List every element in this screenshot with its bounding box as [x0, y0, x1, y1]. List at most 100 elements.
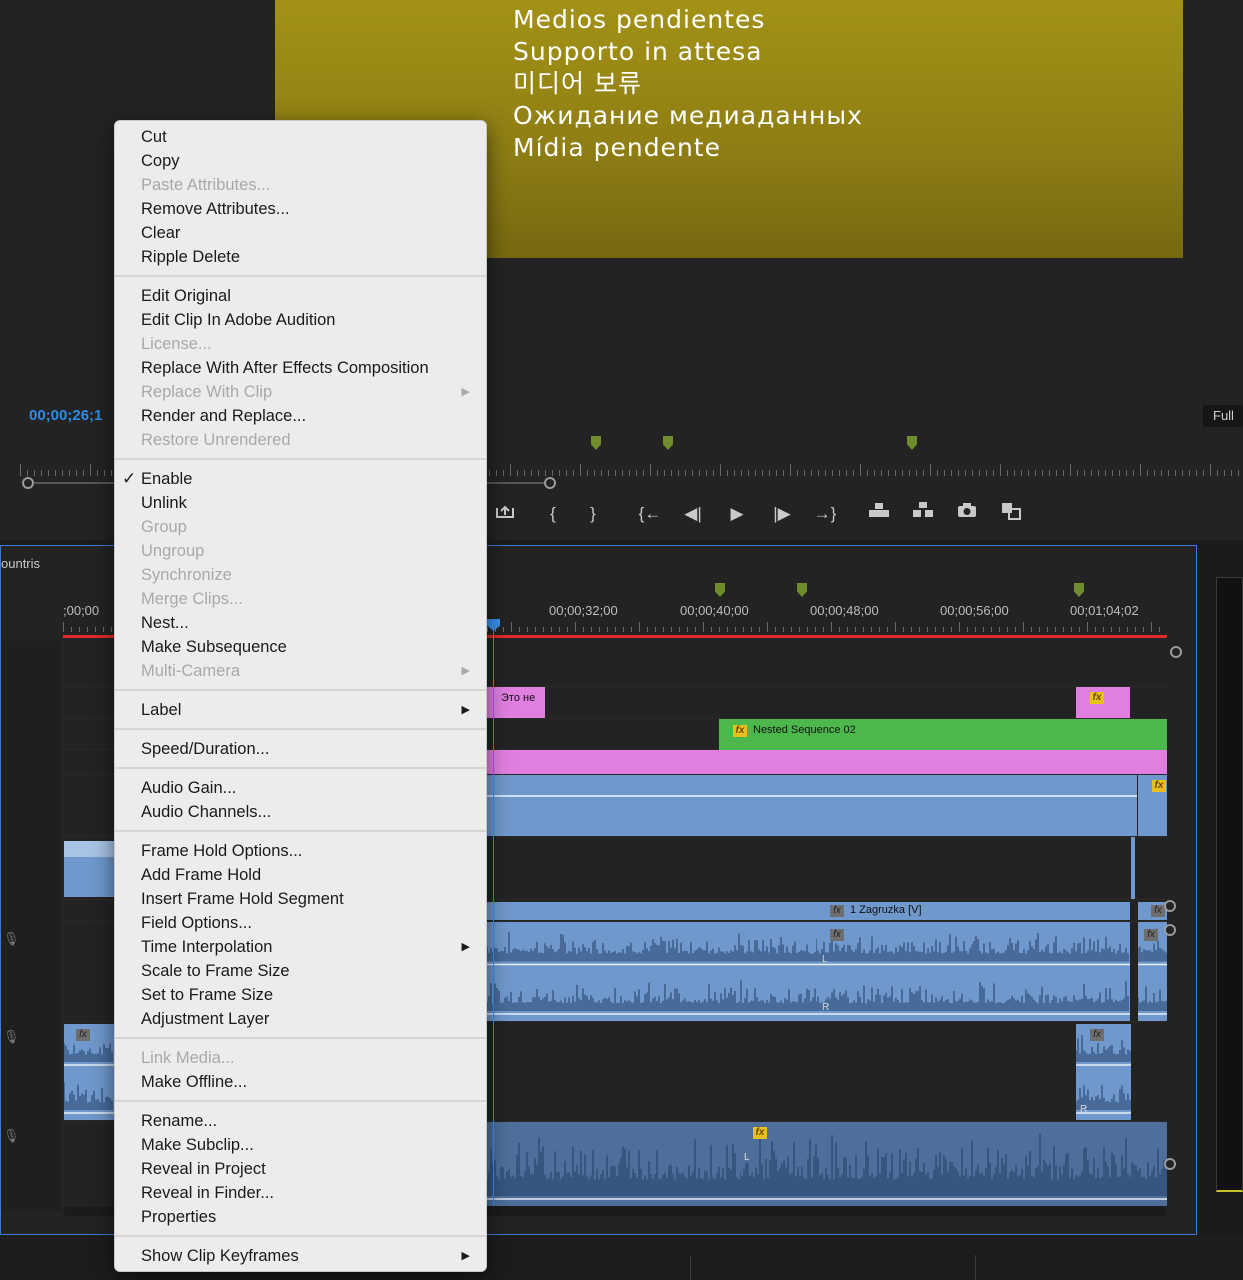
lift-icon[interactable] — [864, 500, 894, 528]
channel-label: R — [822, 1002, 830, 1013]
marker[interactable] — [591, 436, 601, 450]
menu-item-ripple-delete[interactable]: Ripple Delete — [115, 245, 486, 269]
menu-item-edit-clip-in-adobe-audition[interactable]: Edit Clip In Adobe Audition — [115, 308, 486, 332]
scroll-handle[interactable] — [1164, 924, 1176, 936]
clip-label: 1 Zagruzka [V] — [850, 904, 922, 916]
clip-tb[interactable]: fx TB — [64, 841, 114, 897]
clip-label: Nested Sequence 02 — [753, 724, 856, 736]
menu-item-ungroup: Ungroup — [115, 539, 486, 563]
menu-item-scale-to-frame-size[interactable]: Scale to Frame Size — [115, 959, 486, 983]
menu-item-audio-channels[interactable]: Audio Channels... — [115, 800, 486, 824]
ruler-label: 00;01;04;02 — [1070, 603, 1139, 618]
sequence-tab[interactable]: ountris — [1, 556, 40, 571]
menu-item-show-clip-keyframes[interactable]: Show Clip Keyframes ▶ — [115, 1244, 486, 1268]
camera-icon[interactable] — [952, 500, 982, 528]
menu-item-label: Adjustment Layer — [141, 1010, 270, 1028]
export-frame-icon[interactable] — [490, 500, 520, 528]
scroll-handle-top[interactable] — [1170, 646, 1182, 658]
audio-clip-a3-pre[interactable] — [487, 1122, 740, 1206]
menu-item-cut[interactable]: Cut — [115, 125, 486, 149]
menu-item-label: Ungroup — [141, 542, 205, 560]
scroll-handle[interactable] — [1164, 900, 1176, 912]
menu-item-time-interpolation[interactable]: Time Interpolation ▶ — [115, 935, 486, 959]
menu-item-remove-attributes[interactable]: Remove Attributes... — [115, 197, 486, 221]
scroll-handle-right[interactable] — [544, 477, 556, 489]
clip-label: TB — [96, 843, 111, 855]
step-back-icon[interactable]: ◀| — [678, 500, 708, 528]
marker[interactable] — [663, 436, 673, 450]
playhead-timecode[interactable]: 00;00;26;1 — [29, 407, 102, 424]
menu-item-insert-frame-hold-segment[interactable]: Insert Frame Hold Segment — [115, 887, 486, 911]
clip-video-blue[interactable] — [487, 775, 1137, 836]
go-to-in-icon[interactable]: {← — [635, 500, 665, 528]
clip-video-pre[interactable] — [487, 902, 816, 920]
clip-nested-sequence[interactable]: fx Nested Sequence 02 — [719, 719, 1167, 750]
marker[interactable] — [907, 436, 917, 450]
clip-pink-fx[interactable]: fx — [1076, 687, 1130, 718]
audio-waveform-zagruzka[interactable]: fx L R — [816, 922, 1130, 1021]
vertical-scrollbar[interactable] — [1164, 641, 1183, 1201]
menu-item-label[interactable]: Label ▶ — [115, 698, 486, 722]
scroll-handle-bottom[interactable] — [1164, 1158, 1176, 1170]
menu-item-make-subsequence[interactable]: Make Subsequence — [115, 635, 486, 659]
menu-item-label: Show Clip Keyframes — [141, 1247, 299, 1265]
menu-item-audio-gain[interactable]: Audio Gain... — [115, 776, 486, 800]
menu-item-nest[interactable]: Nest... — [115, 611, 486, 635]
menu-item-make-offline[interactable]: Make Offline... — [115, 1070, 486, 1094]
menu-item-reveal-in-finder[interactable]: Reveal in Finder... — [115, 1181, 486, 1205]
menu-item-set-to-frame-size[interactable]: Set to Frame Size — [115, 983, 486, 1007]
audio-waveform-end[interactable]: fx — [1138, 922, 1167, 1021]
menu-separator — [115, 452, 486, 467]
extract-icon[interactable] — [908, 500, 938, 528]
clip-pink[interactable]: Это не — [487, 687, 545, 718]
menu-item-edit-original[interactable]: Edit Original — [115, 284, 486, 308]
menu-item-replace-with-after-effects-composition[interactable]: Replace With After Effects Composition — [115, 356, 486, 380]
menu-item-label: Label — [141, 701, 182, 719]
waveform — [816, 932, 1130, 1015]
clip-zagruzka-video[interactable]: fx 1 Zagruzka [V] — [816, 902, 1130, 920]
mic-icon[interactable]: 🎙 — [3, 1029, 20, 1045]
audio-clip-a3[interactable]: fx L — [740, 1122, 1167, 1206]
playhead-line[interactable] — [493, 626, 494, 1206]
step-forward-icon[interactable]: |▶ — [767, 500, 797, 528]
menu-item-enable[interactable]: ✓ Enable — [115, 467, 486, 491]
clip-video-end[interactable]: fx — [1138, 775, 1167, 836]
menu-item-label: Set to Frame Size — [141, 986, 274, 1004]
audio-clip-right[interactable]: fx R — [1076, 1024, 1131, 1120]
mark-out-icon[interactable]: } — [578, 500, 608, 528]
menu-item-render-and-replace[interactable]: Render and Replace... — [115, 404, 486, 428]
menu-item-speed-duration[interactable]: Speed/Duration... — [115, 737, 486, 761]
resolution-select[interactable]: Full — [1203, 405, 1243, 427]
menu-item-label: Reveal in Project — [141, 1160, 266, 1178]
clip-end-video[interactable]: fx — [1138, 902, 1167, 920]
fx-badge-icon: fx — [1090, 692, 1104, 704]
mic-icon[interactable]: 🎙 — [3, 931, 20, 947]
scroll-handle-left[interactable] — [22, 477, 34, 489]
menu-item-label: Restore Unrendered — [141, 431, 291, 449]
menu-item-frame-hold-options[interactable]: Frame Hold Options... — [115, 839, 486, 863]
menu-item-properties[interactable]: Properties — [115, 1205, 486, 1229]
menu-item-clear[interactable]: Clear — [115, 221, 486, 245]
audio-clip-left[interactable]: fx — [64, 1024, 114, 1120]
menu-item-make-subclip[interactable]: Make Subclip... — [115, 1133, 486, 1157]
mark-in-icon[interactable]: { — [538, 500, 568, 528]
menu-item-adjustment-layer[interactable]: Adjustment Layer — [115, 1007, 486, 1031]
go-to-out-icon[interactable]: →} — [810, 500, 840, 528]
mic-icon[interactable]: 🎙 — [3, 1128, 20, 1144]
menu-item-copy[interactable]: Copy — [115, 149, 486, 173]
premiere-window: Medios pendientes Supporto in attesa 미디어… — [0, 0, 1243, 1280]
menu-item-unlink[interactable]: Unlink — [115, 491, 486, 515]
clip-pink-long[interactable] — [487, 750, 1167, 774]
compare-view-icon[interactable] — [996, 500, 1026, 528]
menu-item-field-options[interactable]: Field Options... — [115, 911, 486, 935]
menu-item-reveal-in-project[interactable]: Reveal in Project — [115, 1157, 486, 1181]
clip-sliver[interactable] — [1131, 837, 1135, 899]
audio-waveform-a1-pre[interactable] — [487, 922, 816, 1021]
menu-item-label: Ripple Delete — [141, 248, 241, 266]
pending-line-ko: 미디어 보류 — [513, 69, 642, 98]
menu-item-add-frame-hold[interactable]: Add Frame Hold — [115, 863, 486, 887]
submenu-arrow-icon: ▶ — [461, 386, 470, 398]
menu-item-rename[interactable]: Rename... — [115, 1109, 486, 1133]
play-icon[interactable]: ▶ — [722, 500, 752, 528]
menu-item-label: Link Media... — [141, 1049, 235, 1067]
